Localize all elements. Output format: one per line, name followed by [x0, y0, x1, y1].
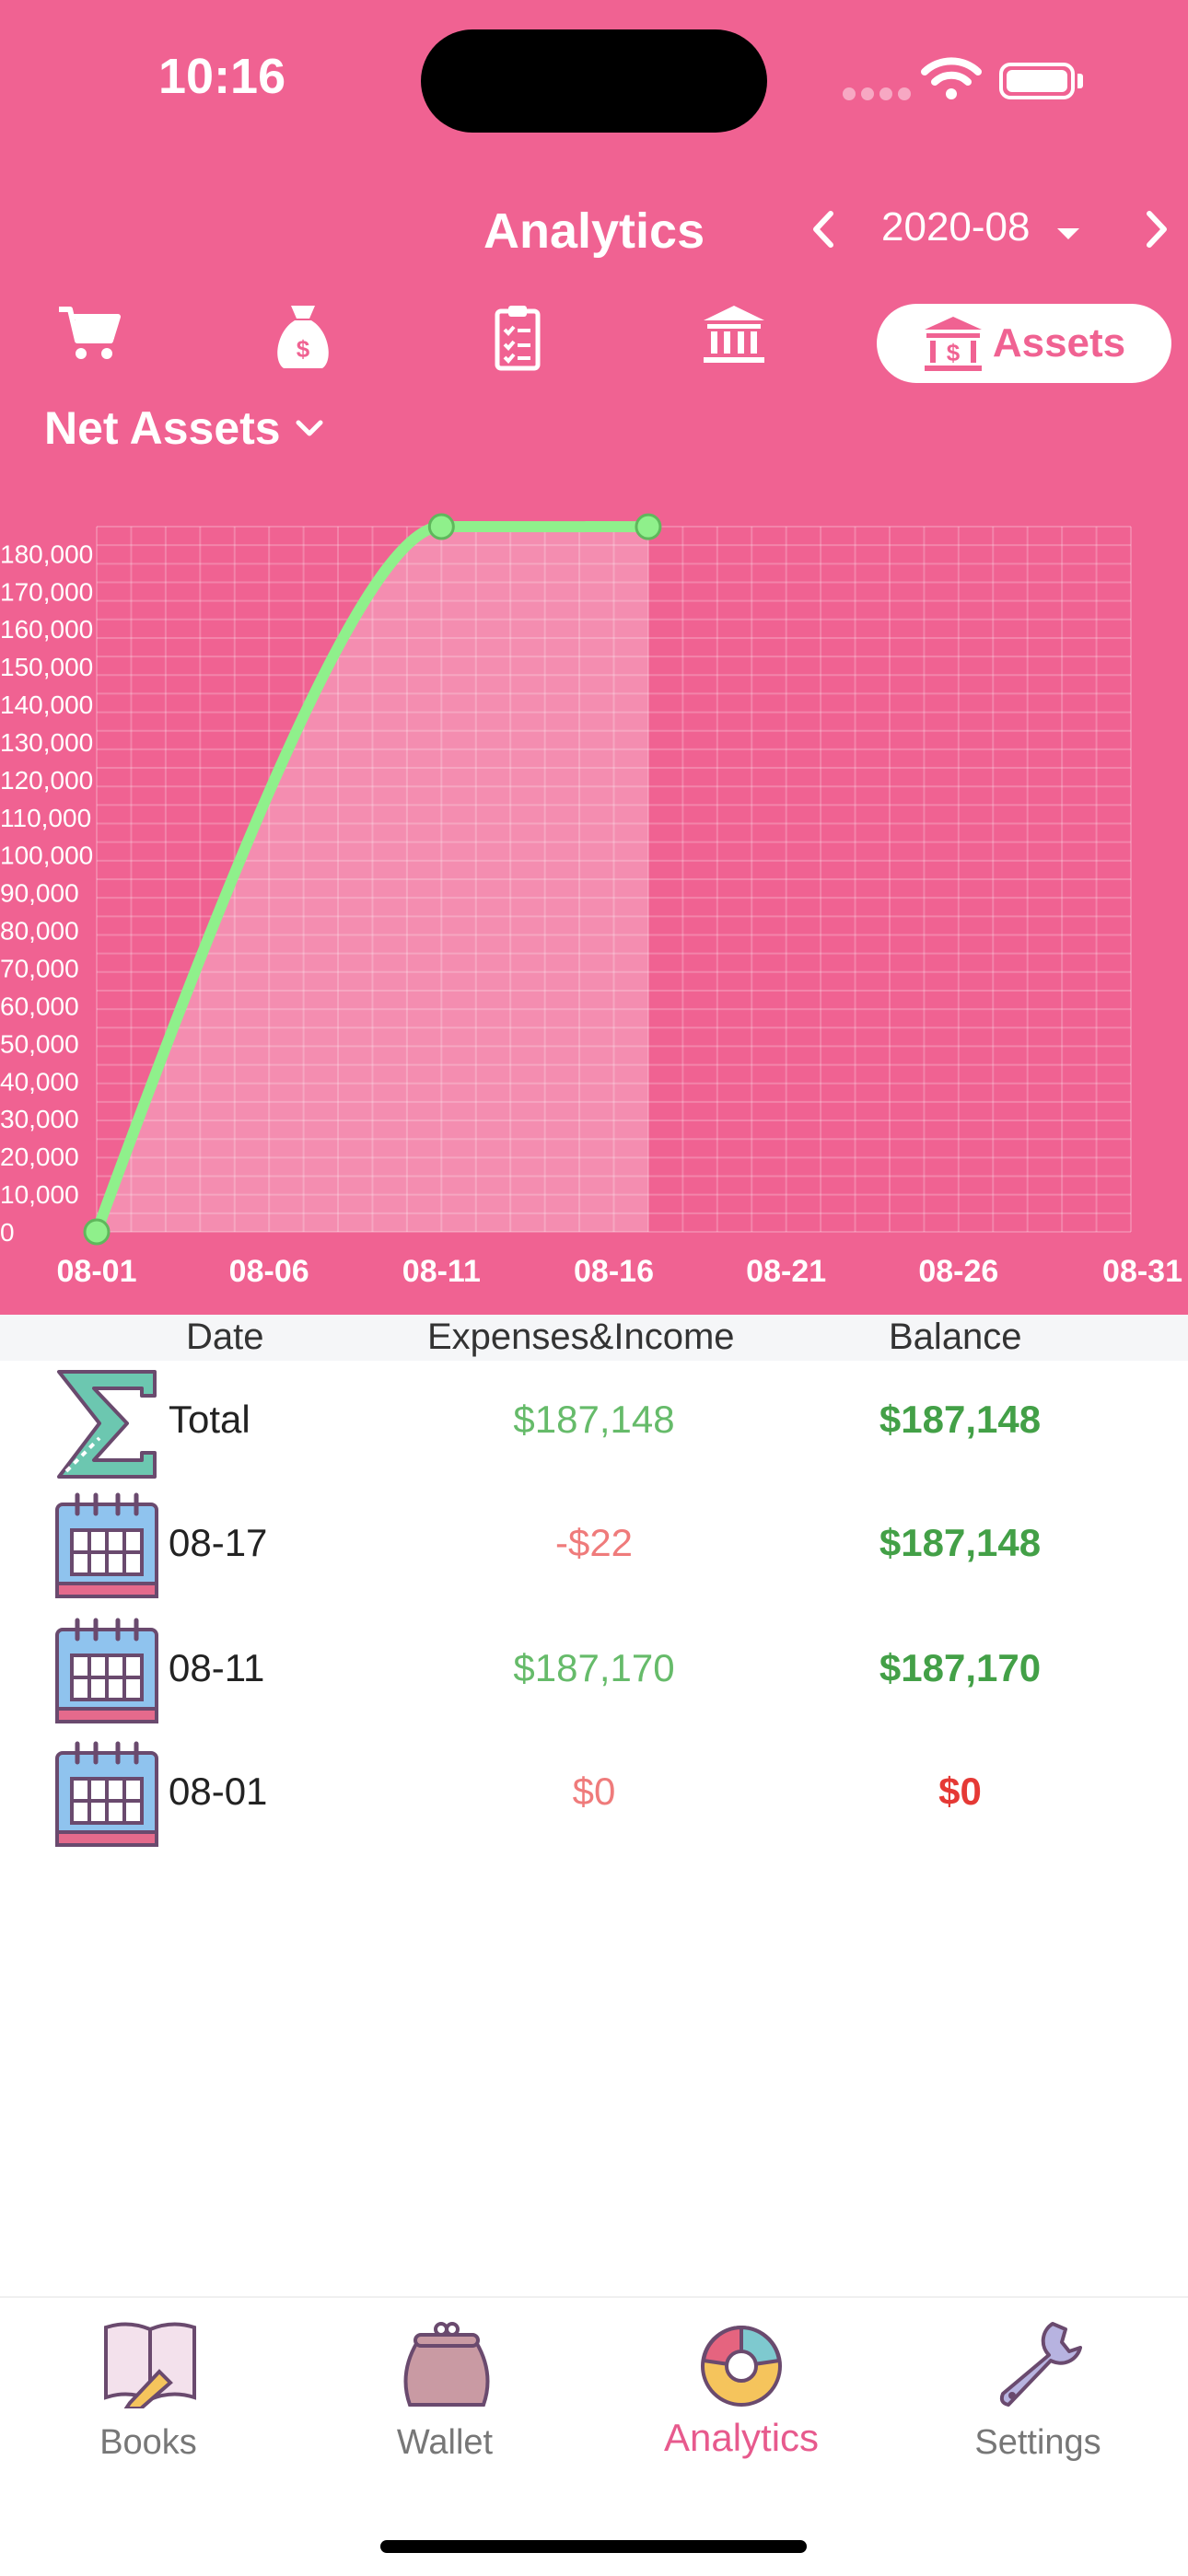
net-assets-dropdown[interactable]: Net Assets: [44, 401, 325, 455]
column-header-balance: Balance: [889, 1317, 1022, 1357]
battery-icon: [999, 63, 1075, 99]
column-header-expenses-income: Expenses&Income: [427, 1317, 735, 1357]
calendar-icon: [55, 1492, 158, 1598]
y-tick-label: 20,000: [0, 1143, 79, 1171]
assets-tab[interactable]: $ Assets: [877, 304, 1171, 383]
wifi-icon: [921, 57, 982, 99]
chevron-down-icon: [296, 420, 323, 436]
tab-analytics-label: Analytics: [663, 2416, 820, 2459]
y-tick-label: 170,000: [0, 577, 93, 606]
dynamic-island: [421, 29, 767, 133]
x-tick-label: 08-26: [918, 1254, 998, 1289]
clipboard-icon[interactable]: [494, 304, 542, 372]
battery-cap: [1077, 74, 1083, 88]
book-pencil-icon: [104, 2322, 196, 2408]
tab-settings-label: Settings: [974, 2423, 1101, 2462]
analytics-header: 10:16 Analytics 2020-08 $ $ Assets Net A…: [0, 0, 1188, 1315]
status-time: 10:16: [158, 49, 286, 104]
net-assets-label: Net Assets: [44, 402, 281, 454]
column-header-date: Date: [186, 1317, 264, 1357]
tab-books-label: Books: [99, 2423, 197, 2462]
y-tick-label: 130,000: [0, 728, 93, 757]
row-label: 08-11: [169, 1646, 265, 1689]
row-amount: $0: [572, 1770, 616, 1813]
table-row-total[interactable]: Total $187,148 $187,148: [0, 1361, 1188, 1480]
row-label: 08-01: [169, 1770, 268, 1813]
bank-icon[interactable]: [702, 304, 766, 365]
row-label: 08-17: [169, 1521, 268, 1564]
cart-icon[interactable]: [57, 304, 122, 363]
row-label: Total: [169, 1398, 250, 1441]
row-balance: $0: [938, 1770, 982, 1813]
cellular-signal-icon: [843, 87, 916, 105]
y-tick-label: 80,000: [0, 917, 79, 946]
table-header: Date Expenses&Income Balance: [0, 1315, 1188, 1361]
y-tick-label: 10,000: [0, 1180, 79, 1209]
y-tick-label: 180,000: [0, 540, 93, 568]
x-tick-label: 08-16: [574, 1254, 654, 1289]
wrench-icon: [999, 2322, 1082, 2407]
x-tick-label: 08-01: [57, 1254, 137, 1289]
table-row[interactable]: 08-01 $0 $0: [0, 1733, 1188, 1852]
y-tick-label: 60,000: [0, 992, 79, 1020]
row-amount: $187,170: [513, 1646, 675, 1689]
calendar-icon: [55, 1618, 158, 1723]
x-tick-label: 08-06: [229, 1254, 309, 1289]
purse-icon: [403, 2322, 490, 2407]
tab-wallet-label: Wallet: [396, 2423, 494, 2462]
bank-dollar-icon: $: [924, 317, 982, 371]
y-tick-label: 50,000: [0, 1029, 79, 1058]
row-balance: $187,170: [879, 1646, 1042, 1689]
svg-text:$: $: [297, 335, 310, 363]
y-tick-label: 40,000: [0, 1067, 79, 1096]
table-row[interactable]: 08-11 $187,170 $187,170: [0, 1609, 1188, 1729]
page-title: Analytics: [483, 203, 705, 259]
y-tick-label: 0: [0, 1218, 15, 1247]
y-tick-label: 140,000: [0, 690, 93, 719]
chevron-right-icon[interactable]: [1140, 208, 1173, 250]
y-tick-label: 110,000: [0, 804, 91, 832]
chevron-left-icon[interactable]: [807, 208, 840, 250]
assets-tab-label: Assets: [992, 320, 1126, 366]
y-tick-label: 120,000: [0, 766, 93, 795]
data-point: [635, 513, 662, 540]
table-row[interactable]: 08-17 -$22 $187,148: [0, 1484, 1188, 1604]
month-selector[interactable]: 2020-08: [881, 204, 1030, 250]
y-tick-label: 160,000: [0, 615, 93, 644]
net-assets-chart: 0 10,000 20,000 30,000 40,000 50,000 60,000 70,…: [0, 513, 1182, 1289]
calendar-icon: [55, 1741, 158, 1847]
row-amount: -$22: [554, 1521, 634, 1564]
caret-down-icon[interactable]: [1057, 228, 1079, 239]
y-tick-label: 90,000: [0, 879, 79, 908]
y-tick-label: 100,000: [0, 841, 93, 870]
y-tick-label: 30,000: [0, 1105, 79, 1133]
data-point: [83, 1218, 111, 1246]
sigma-icon: [57, 1370, 157, 1479]
svg-text:$: $: [947, 339, 961, 366]
y-tick-label: 70,000: [0, 955, 79, 983]
data-point: [427, 513, 455, 540]
x-tick-label: 08-21: [746, 1254, 826, 1289]
row-balance: $187,148: [879, 1398, 1042, 1441]
x-tick-label: 08-11: [402, 1254, 481, 1289]
y-tick-label: 150,000: [0, 653, 93, 681]
row-balance: $187,148: [879, 1521, 1042, 1564]
x-tick-label: 08-31: [1102, 1254, 1182, 1289]
money-bag-icon[interactable]: $: [273, 304, 333, 372]
home-indicator: [380, 2540, 807, 2553]
row-amount: $187,148: [513, 1398, 675, 1441]
bottom-tab-bar: Books Wallet Analytics Settings: [0, 2296, 1188, 2576]
pie-chart-icon: [701, 2325, 782, 2407]
